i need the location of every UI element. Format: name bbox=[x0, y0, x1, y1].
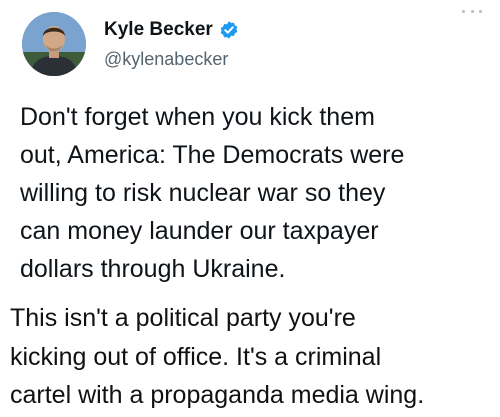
author-handle[interactable]: @kylenabecker bbox=[104, 48, 228, 70]
tweet-screenshot: Kyle Becker @kylenabecker Don't forget w… bbox=[0, 0, 500, 417]
caption-text: This isn't a political party you're kick… bbox=[10, 304, 425, 409]
avatar[interactable] bbox=[22, 12, 86, 76]
verified-badge-icon bbox=[219, 20, 239, 40]
more-options-icon[interactable] bbox=[462, 6, 482, 16]
author-name-row: Kyle Becker bbox=[104, 18, 239, 42]
avatar-photo bbox=[22, 12, 86, 76]
tweet-text: Don't forget when you kick them out, Ame… bbox=[20, 103, 405, 283]
author-display-name[interactable]: Kyle Becker bbox=[104, 18, 213, 42]
